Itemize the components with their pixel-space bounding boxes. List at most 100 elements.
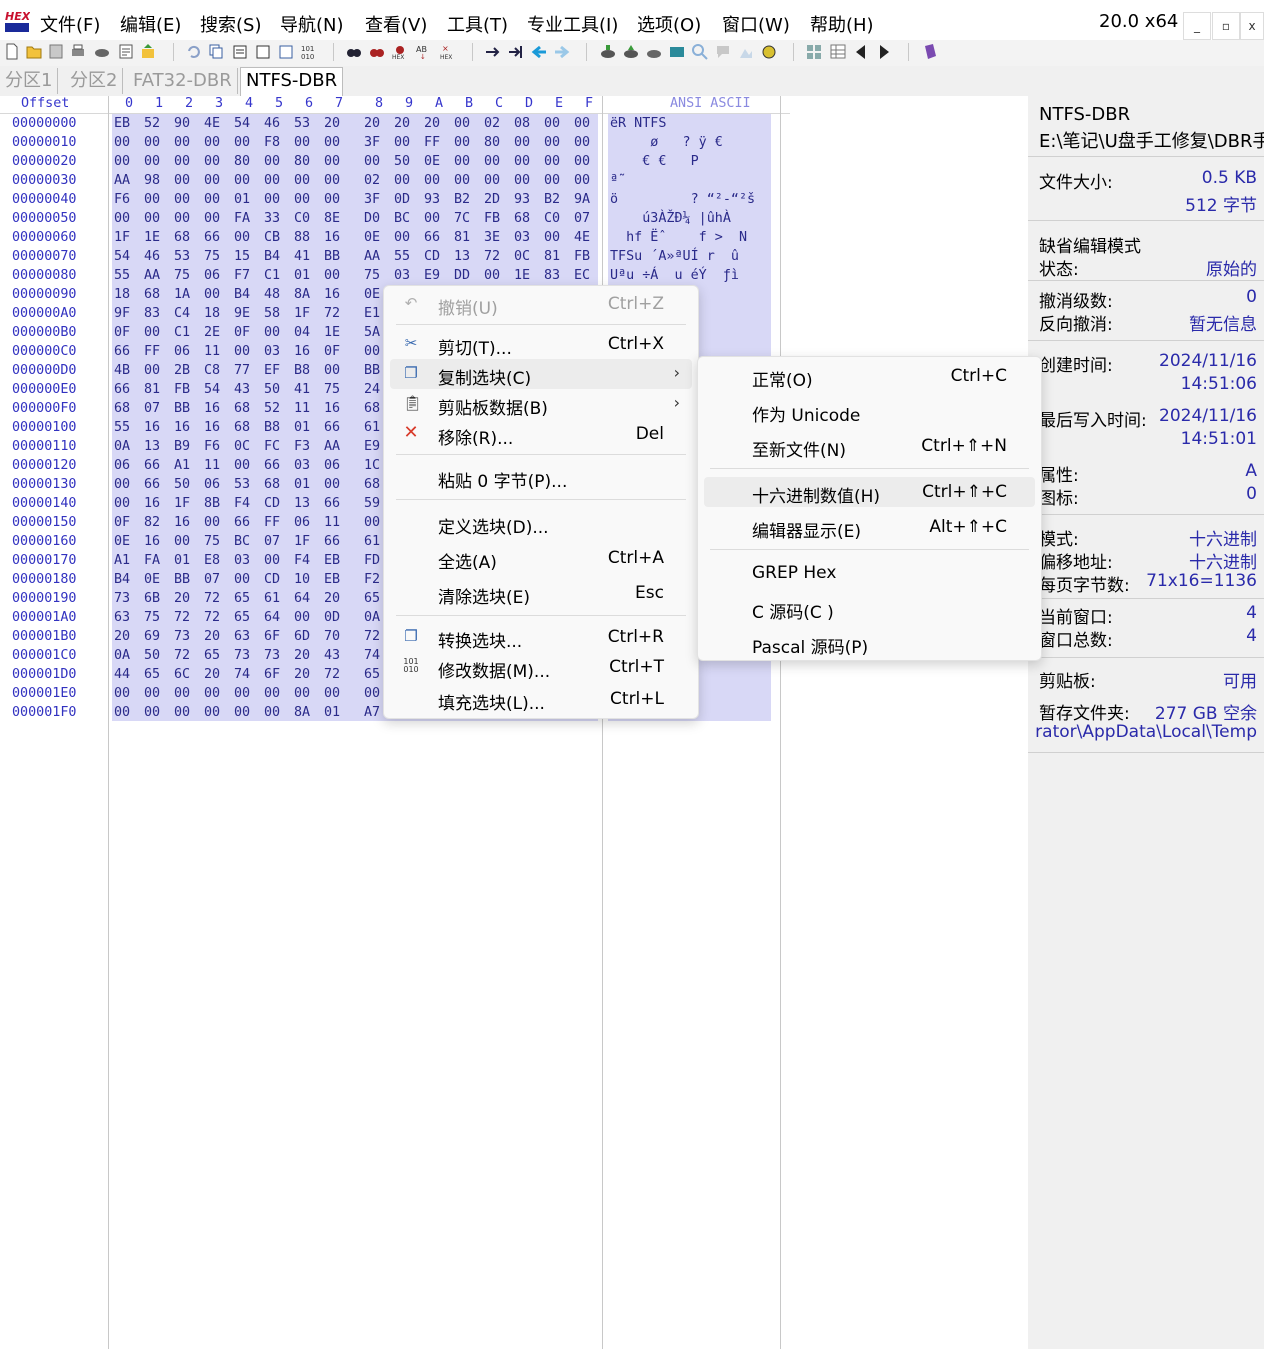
hex-byte[interactable]: AA (364, 249, 380, 264)
hex-byte[interactable]: 65 (364, 667, 380, 682)
disk-edit-icon[interactable] (623, 43, 639, 60)
row-ascii[interactable]: hf Ëˆ f > N (610, 230, 747, 245)
hex-byte[interactable]: 00 (114, 211, 130, 226)
menu-item-define-block[interactable]: 定义选块(D)... (390, 508, 692, 538)
hex-byte[interactable]: CD (264, 496, 280, 511)
hex-byte[interactable]: 75 (174, 268, 190, 283)
hex-byte[interactable]: B2 (544, 192, 560, 207)
hex-byte[interactable]: 00 (204, 287, 220, 302)
hex-byte[interactable]: 75 (364, 268, 380, 283)
hex-byte[interactable]: 07 (574, 211, 590, 226)
hex-byte[interactable]: 75 (204, 249, 220, 264)
hex-byte[interactable]: 00 (144, 192, 160, 207)
hex-byte[interactable]: 20 (294, 667, 310, 682)
hex-byte[interactable]: 64 (264, 610, 280, 625)
hex-byte[interactable]: 61 (264, 591, 280, 606)
hex-byte[interactable]: FF (144, 344, 160, 359)
hex-byte[interactable]: 73 (234, 648, 250, 663)
menu-options[interactable]: 选项(O) (637, 11, 701, 37)
open-disk-icon[interactable] (600, 43, 616, 60)
tab-ntfs-dbr[interactable]: NTFS-DBR (240, 67, 344, 96)
row-ascii[interactable]: ëR NTFS (610, 116, 666, 131)
hex-byte[interactable]: 00 (234, 135, 250, 150)
hex-byte[interactable]: 00 (174, 192, 190, 207)
hex-byte[interactable]: 00 (174, 173, 190, 188)
hex-byte[interactable]: E9 (364, 439, 380, 454)
hex-byte[interactable]: 18 (114, 287, 130, 302)
hex-byte[interactable]: 00 (144, 686, 160, 701)
hex-byte[interactable]: 00 (484, 154, 500, 169)
hex-byte[interactable]: 00 (264, 154, 280, 169)
hex-byte[interactable]: 0A (364, 610, 380, 625)
hex-byte[interactable]: 68 (234, 420, 250, 435)
menu-edit[interactable]: 编辑(E) (120, 11, 181, 37)
hex-byte[interactable]: 3E (484, 230, 500, 245)
hex-byte[interactable]: 13 (454, 249, 470, 264)
hex-byte[interactable]: 00 (454, 135, 470, 150)
hex-byte[interactable]: CD (264, 572, 280, 587)
hex-byte[interactable]: 10 (294, 572, 310, 587)
hex-byte[interactable]: 20 (394, 116, 410, 131)
hex-byte[interactable]: 0E (144, 572, 160, 587)
table-view-icon[interactable] (830, 43, 846, 60)
hex-byte[interactable]: 16 (144, 420, 160, 435)
hex-byte[interactable]: 54 (204, 382, 220, 397)
hex-byte[interactable]: 00 (514, 154, 530, 169)
menu-pro-tools[interactable]: 专业工具(I) (527, 11, 618, 37)
menu-view[interactable]: 查看(V) (365, 11, 427, 37)
hex-byte[interactable]: 3F (364, 192, 380, 207)
hex-byte[interactable]: 00 (264, 192, 280, 207)
hex-byte[interactable]: 63 (114, 610, 130, 625)
hex-byte[interactable]: 0E (364, 287, 380, 302)
hex-byte[interactable]: 66 (144, 477, 160, 492)
hex-byte[interactable]: 06 (324, 458, 340, 473)
hex-byte[interactable]: 02 (364, 173, 380, 188)
hex-byte[interactable]: 00 (394, 135, 410, 150)
hex-byte[interactable]: 16 (324, 401, 340, 416)
hex-byte[interactable]: 00 (424, 211, 440, 226)
grid-view-icon[interactable] (806, 43, 822, 60)
hex-byte[interactable]: BB (324, 249, 340, 264)
menu-item-select-all[interactable]: 全选(A) Ctrl+A (390, 543, 692, 573)
hex-byte[interactable]: 00 (364, 154, 380, 169)
hex-byte[interactable]: F2 (364, 572, 380, 587)
hex-byte[interactable]: 0E (424, 154, 440, 169)
hex-byte[interactable]: 75 (324, 382, 340, 397)
submenu-item-hex-values[interactable]: 十六进制数值(H) Ctrl+⇑+C (704, 477, 1035, 507)
hex-byte[interactable]: 01 (294, 268, 310, 283)
hex-byte[interactable]: 53 (234, 477, 250, 492)
prev-window-icon[interactable] (853, 43, 869, 60)
hex-byte[interactable]: 07 (144, 401, 160, 416)
hex-byte[interactable]: 00 (574, 116, 590, 131)
hex-byte[interactable]: 9F (114, 306, 130, 321)
hex-byte[interactable]: 00 (364, 686, 380, 701)
hex-byte[interactable]: 16 (204, 401, 220, 416)
hex-byte[interactable]: 00 (544, 230, 560, 245)
hex-byte[interactable]: AA (144, 268, 160, 283)
forward-arrow-icon[interactable] (554, 43, 570, 60)
hex-byte[interactable]: 20 (174, 591, 190, 606)
hex-byte[interactable]: FB (174, 382, 190, 397)
hex-byte[interactable]: 82 (144, 515, 160, 530)
hex-byte[interactable]: EB (324, 553, 340, 568)
hex-byte[interactable]: 9A (574, 192, 590, 207)
find-text-icon[interactable] (369, 43, 385, 60)
hex-byte[interactable]: 6B (144, 591, 160, 606)
hex-byte[interactable]: 13 (294, 496, 310, 511)
properties-icon[interactable] (118, 43, 134, 60)
hex-byte[interactable]: 0F (324, 344, 340, 359)
submenu-item-grep-hex[interactable]: GREP Hex (704, 558, 1035, 588)
hex-byte[interactable]: AA (324, 439, 340, 454)
hex-byte[interactable]: 0C (234, 439, 250, 454)
hex-byte[interactable]: 00 (174, 686, 190, 701)
hex-byte[interactable]: 66 (324, 534, 340, 549)
hex-byte[interactable]: F8 (264, 135, 280, 150)
hex-byte[interactable]: 01 (174, 553, 190, 568)
hex-byte[interactable]: 81 (454, 230, 470, 245)
hex-byte[interactable]: 00 (114, 705, 130, 720)
hex-byte[interactable]: 1A (174, 287, 190, 302)
hex-byte[interactable]: 77 (234, 363, 250, 378)
hex-byte[interactable]: 80 (294, 154, 310, 169)
hex-byte[interactable]: 00 (174, 211, 190, 226)
hex-byte[interactable]: 07 (264, 534, 280, 549)
